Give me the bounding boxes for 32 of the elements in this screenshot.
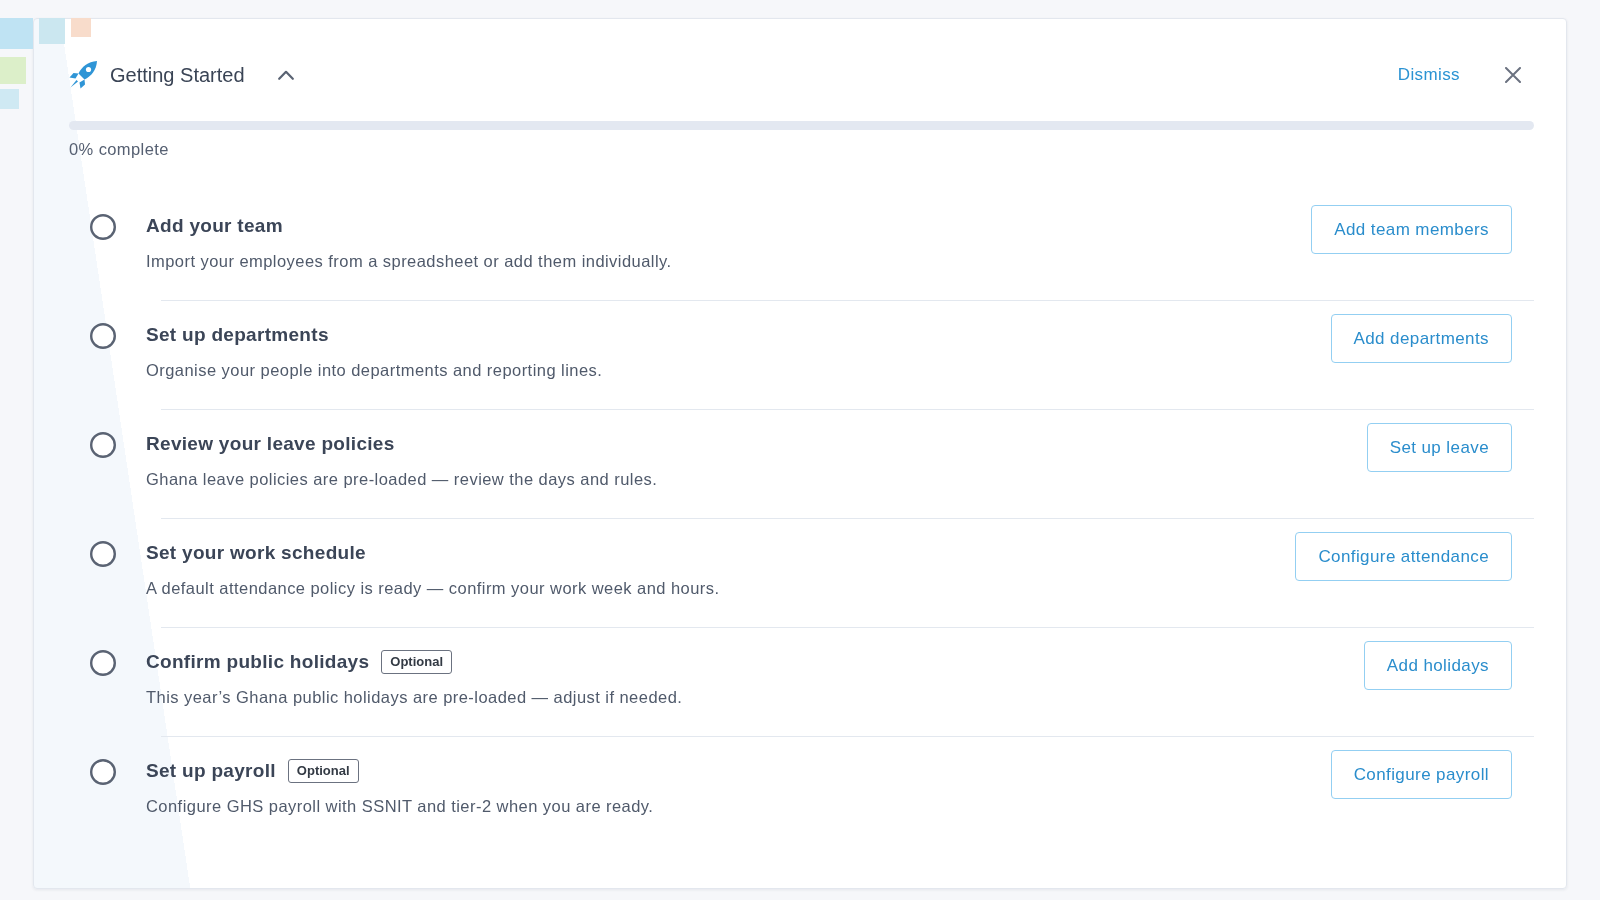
task-description: Ghana leave policies are pre-loaded — review the days and rules. [146, 469, 658, 490]
task-description: A default attendance policy is ready — confirm your work week and hours. [146, 578, 720, 599]
empty-circle-icon[interactable] [90, 541, 116, 567]
task-title: Confirm public holidays [146, 650, 370, 674]
optional-tag: Optional [381, 650, 453, 674]
empty-circle-icon[interactable] [90, 432, 116, 458]
close-icon [1505, 67, 1521, 83]
task-description: This year’s Ghana public holidays are pre-loaded — adjust if needed. [146, 687, 683, 708]
progress-label: 0% complete [69, 139, 169, 159]
empty-circle-icon[interactable] [90, 650, 116, 676]
action-button[interactable]: Set up leave [1366, 423, 1512, 472]
action-button[interactable]: Add departments [1330, 314, 1512, 363]
panel-title: Getting Started [110, 63, 245, 87]
action-button[interactable]: Configure attendance [1295, 532, 1512, 581]
task-title: Set your work schedule [146, 541, 366, 565]
task-description: Import your employees from a spreadsheet or add them individually. [146, 251, 672, 272]
rocket-icon [69, 61, 97, 89]
empty-circle-icon[interactable] [90, 323, 116, 349]
task-title: Review your leave policies [146, 432, 395, 456]
dismiss-link[interactable]: Dismiss [1397, 64, 1460, 86]
task-title: Set up payroll [146, 759, 276, 783]
task-title: Set up departments [146, 323, 329, 347]
empty-circle-icon[interactable] [90, 214, 116, 240]
action-button[interactable]: Add team members [1311, 205, 1512, 254]
task-title: Add your team [146, 214, 283, 238]
action-button[interactable]: Configure payroll [1330, 750, 1512, 799]
action-button[interactable]: Add holidays [1363, 641, 1512, 690]
close-button[interactable] [1504, 66, 1522, 84]
empty-circle-icon[interactable] [90, 759, 116, 785]
task-description: Organise your people into departments and reporting lines. [146, 360, 603, 381]
optional-tag: Optional [287, 759, 359, 783]
task-description: Configure GHS payroll with SSNIT and tier-2 when you are ready. [146, 796, 654, 817]
